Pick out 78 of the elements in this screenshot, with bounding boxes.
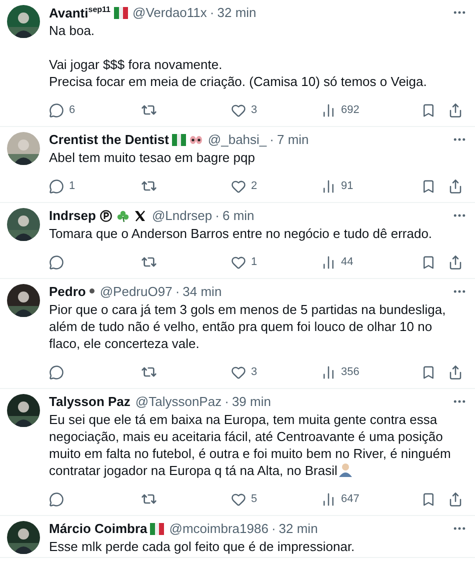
like-button[interactable]: 3 [231, 102, 321, 118]
share-icon[interactable] [448, 102, 463, 118]
like-button[interactable]: 5 [231, 492, 321, 506]
post-time[interactable]: 32 min [217, 5, 256, 20]
heart-icon [231, 364, 246, 380]
bookmark-icon[interactable] [421, 102, 436, 118]
like-button[interactable]: 1 [231, 254, 321, 270]
share-icon[interactable] [448, 364, 463, 380]
user-name[interactable]: Avanti$^{sep11}$ [49, 4, 110, 20]
reply-button[interactable]: 6 [49, 102, 141, 118]
bar-chart-icon [321, 178, 336, 194]
separator-dot: · [175, 284, 180, 299]
bookmark-icon[interactable] [421, 364, 436, 380]
share-icon[interactable] [448, 254, 463, 270]
circled-p-icon [98, 210, 113, 222]
like-button[interactable]: 2 [231, 178, 321, 194]
separator-dot: · [271, 521, 276, 536]
flag-icon [172, 134, 186, 146]
bookmark-icon[interactable] [421, 178, 436, 194]
bookmark-icon[interactable] [421, 492, 436, 506]
tweet-text: Eu sei que ele tá em baixa na Europa, tem muita gente contra essa negociação, mais eu aceitaria fácil, até Centroavante é uma posição muito em falta no futebol, é outra e foi muito bem no River, é ninguém contratar jogador na Europa q tá na Alta, no Brasil [49, 411, 452, 479]
post-time[interactable]: 6 min [222, 208, 254, 223]
x-logo-icon [132, 210, 147, 222]
speech-bubble-icon [49, 364, 64, 380]
shamrock-icon [116, 210, 130, 222]
reply-button[interactable]: 1 [49, 178, 141, 194]
views-button[interactable]: 356 [321, 364, 401, 380]
heart-icon [231, 102, 246, 118]
tweet-text: Vai jogar $$$ fora novamente. [49, 56, 224, 73]
user-name[interactable]: Márcio Coimbra [49, 521, 148, 536]
views-button[interactable]: 91 [321, 178, 401, 194]
user-handle[interactable]: @_bahsi_ [208, 132, 267, 147]
post-time[interactable]: 34 min [182, 284, 222, 299]
bookmark-icon[interactable] [421, 254, 436, 270]
post-time[interactable]: 39 min [232, 394, 271, 409]
tweet-text: Pior que o cara já tem 3 gols em menos de 5 partidas na bundesliga, além de tudo não é velho, então pra quem foi louco de olhar 10 no flaco, ele concerteza vale. [49, 301, 447, 352]
tweet-text: Abel tem muito tesao em bagre pqp [49, 149, 256, 166]
views-button[interactable]: 44 [321, 254, 401, 270]
like-button[interactable]: 3 [231, 364, 321, 380]
speech-bubble-icon [49, 102, 64, 118]
user-name[interactable]: Pedro [49, 284, 86, 299]
flag-icon [114, 6, 128, 18]
user-handle[interactable]: @TalyssonPaz [135, 394, 222, 409]
user-handle[interactable]: @Verdao11x [132, 5, 207, 20]
heart-icon [231, 254, 246, 270]
user-name[interactable]: Indrsep [49, 208, 96, 223]
tweet-text: Esse mlk perde cada gol feito que é de impressionar. [49, 538, 356, 555]
separator-dot: · [224, 394, 229, 409]
speech-bubble-icon [49, 492, 64, 506]
views-button[interactable]: 692 [321, 102, 401, 118]
speech-bubble-icon [49, 254, 64, 270]
separator-dot: · [270, 132, 274, 147]
tweet-text: Precisa focar em meia de criação. (Camisa 10) só temos o Veiga. [49, 73, 428, 90]
separator-dot: · [210, 5, 214, 20]
share-icon[interactable] [448, 492, 463, 506]
share-icon[interactable] [448, 178, 463, 194]
shrugging-person-icon [338, 462, 354, 477]
user-handle[interactable]: @Lndrsep [152, 208, 212, 223]
bar-chart-icon [321, 364, 336, 380]
post-time[interactable]: 7 min [277, 132, 309, 147]
eyes-icon [188, 134, 203, 146]
bar-chart-icon [321, 254, 336, 270]
heart-icon [231, 178, 246, 194]
user-name[interactable]: Crentist the Dentist [49, 132, 169, 147]
speech-bubble-icon [49, 178, 64, 194]
separator-dot: · [215, 208, 220, 223]
user-handle[interactable]: @mcoimbra1986 [169, 521, 268, 536]
bar-chart-icon [321, 492, 336, 506]
flag-icon [150, 522, 164, 534]
bar-chart-icon [321, 102, 336, 118]
user-handle[interactable]: @PedruO97 [100, 284, 172, 299]
tweet-text: Tomara que o Anderson Barros entre no negócio e tudo dê errado. [49, 225, 434, 242]
user-name[interactable]: Talysson Paz [49, 394, 130, 409]
tweet-text: Na boa. [49, 22, 96, 39]
dot-icon [88, 288, 95, 296]
heart-icon [231, 492, 246, 506]
post-time[interactable]: 32 min [278, 521, 318, 536]
views-button[interactable]: 647 [321, 492, 401, 506]
